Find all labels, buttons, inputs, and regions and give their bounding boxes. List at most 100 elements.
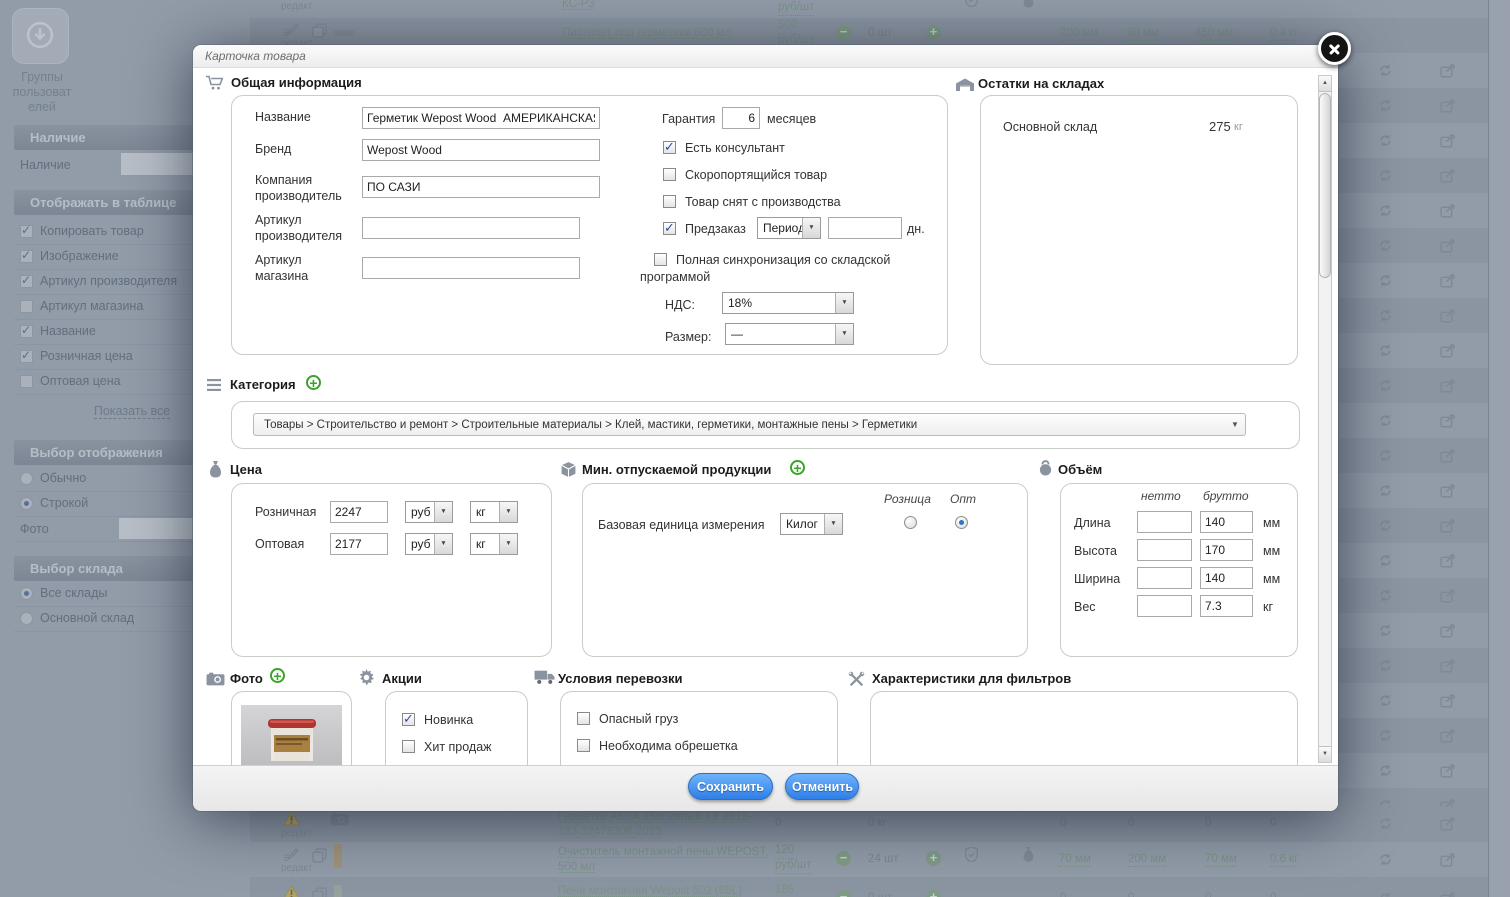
sync-icon <box>1378 852 1393 867</box>
checkbox-dangerous-goods[interactable] <box>577 712 590 725</box>
checkbox-full-sync[interactable] <box>654 253 667 266</box>
wholesale-currency-select[interactable]: руб <box>405 533 453 555</box>
product-photo[interactable] <box>241 705 342 766</box>
add-photo-icon[interactable] <box>270 668 285 683</box>
retail-price-input[interactable] <box>330 501 388 523</box>
photo-box <box>231 691 352 766</box>
price-link: руб/шт <box>778 0 815 16</box>
checkbox-crate-required-label: Необходима обрешетка <box>599 739 738 753</box>
availability-input <box>120 152 196 176</box>
sync-icon <box>1378 203 1393 218</box>
product-name-input[interactable] <box>362 107 600 129</box>
increase-icon: + <box>926 25 941 40</box>
sync-icon <box>1378 448 1393 463</box>
dim-width: 0 <box>1205 892 1211 897</box>
preorder-period-select[interactable]: Период <box>757 217 821 239</box>
brutto-column-header: брутто <box>1203 489 1249 503</box>
product-link: Герметик АКСА 15кг серый ТУ 2513- 133-32… <box>558 810 783 840</box>
company-input[interactable] <box>362 176 600 198</box>
camera-icon <box>330 812 349 826</box>
photo-section-title: Фото <box>230 671 263 686</box>
scroll-up-icon[interactable]: ▲ <box>1319 76 1331 92</box>
warranty-input[interactable] <box>722 107 760 129</box>
checkbox-perishable[interactable] <box>663 168 676 181</box>
width-label: Ширина <box>1074 572 1121 586</box>
save-button[interactable]: Сохранить <box>688 773 773 800</box>
stock-section-title: Остатки на складах <box>978 76 1105 91</box>
wholesale-unit-select[interactable]: кг <box>470 533 518 555</box>
dim-height: 200 мм <box>1128 853 1167 867</box>
dim-weight: 0 <box>1270 817 1277 829</box>
manufacturer-sku-input[interactable] <box>362 217 580 239</box>
wholesale-price-input[interactable] <box>330 533 388 555</box>
sync-icon <box>1378 816 1393 831</box>
category-path-select[interactable]: Товары > Строительство и ремонт > Строит… <box>253 413 1246 436</box>
sync-icon <box>1378 763 1393 778</box>
product-card-modal: Карточка товара ▲ ▼ Общая информация Наз… <box>193 32 1351 811</box>
warranty-label: Гарантия <box>662 112 716 126</box>
height-brutto-input[interactable] <box>1200 539 1253 561</box>
checkbox-crate-required[interactable] <box>577 739 590 752</box>
list-icon <box>207 379 221 391</box>
modal-scrollbar[interactable]: ▲ ▼ <box>1318 75 1332 763</box>
weight-netto-input[interactable] <box>1137 595 1192 617</box>
cancel-button[interactable]: Отменить <box>785 773 859 800</box>
width-netto-input[interactable] <box>1137 567 1192 589</box>
dim-weight: 0 <box>1270 892 1276 897</box>
promos-box: Новинка Хит продаж <box>385 691 528 765</box>
checkbox-new-product[interactable] <box>402 711 415 727</box>
preorder-days-input[interactable] <box>828 217 902 239</box>
add-min-release-icon[interactable] <box>790 460 805 475</box>
add-category-icon[interactable] <box>306 375 321 390</box>
vat-select[interactable]: 18% <box>722 292 854 314</box>
checkbox-discontinued[interactable] <box>663 195 676 208</box>
brand-input[interactable] <box>362 139 600 161</box>
radio-base-unit-retail[interactable] <box>904 516 917 529</box>
shop-sku-input[interactable] <box>362 257 580 279</box>
warning-icon <box>283 885 300 897</box>
checkbox-shop-sku <box>20 300 33 313</box>
edit-row-icon <box>1440 728 1457 743</box>
chevron-down-icon <box>434 534 452 554</box>
wholesale-price-label: Оптовая <box>255 537 305 551</box>
increase-icon: + <box>926 890 941 897</box>
length-brutto-input[interactable] <box>1200 511 1253 533</box>
stock-qty: 0 шт <box>868 892 892 897</box>
product-name-line2: 500 мл <box>558 861 595 873</box>
close-icon[interactable] <box>1318 32 1351 65</box>
increase-icon: + <box>926 851 941 866</box>
radio-base-unit-wholesale[interactable] <box>955 516 968 529</box>
height-netto-input[interactable] <box>1137 539 1192 561</box>
checkbox-consultant[interactable] <box>663 139 676 155</box>
checkbox-preorder[interactable] <box>663 220 676 236</box>
size-select[interactable]: — <box>725 323 854 345</box>
price-link: 120 <box>775 843 795 859</box>
category-box: Товары > Строительство и ремонт > Строит… <box>231 401 1300 449</box>
shipping-section-title: Условия перевозки <box>558 671 683 686</box>
checkbox-bestseller[interactable] <box>402 740 415 753</box>
dim-height: 60 мм <box>1127 27 1159 41</box>
retail-unit-select[interactable]: кг <box>470 501 518 523</box>
promos-section-title: Акции <box>382 671 422 686</box>
scroll-down-icon[interactable]: ▼ <box>1319 746 1331 762</box>
product-link: КС-Р3 <box>562 0 595 10</box>
category-path: Товары > Строительство и ремонт > Строит… <box>264 418 918 431</box>
weight-brutto-input[interactable] <box>1200 595 1253 617</box>
scrollbar-thumb[interactable] <box>1319 93 1331 278</box>
width-brutto-input[interactable] <box>1200 567 1253 589</box>
shop-sku-label: Артикул магазина <box>255 253 309 283</box>
copy-icon <box>312 887 327 897</box>
sync-icon <box>1378 518 1393 533</box>
length-label: Длина <box>1074 516 1111 530</box>
chevron-down-icon <box>824 514 842 534</box>
checkbox-preorder-label: Предзаказ <box>685 222 746 236</box>
warehouse-icon <box>955 77 975 92</box>
length-netto-input[interactable] <box>1137 511 1192 533</box>
product-thumbnail <box>334 844 342 868</box>
base-unit-select[interactable]: Килог <box>780 513 843 535</box>
stock-qty: 0 кг <box>868 817 887 829</box>
checkbox-new-product-label: Новинка <box>424 713 474 727</box>
edit-row-icon <box>1440 203 1457 218</box>
retail-currency-select[interactable]: руб <box>405 501 453 523</box>
sync-icon <box>1378 343 1393 358</box>
